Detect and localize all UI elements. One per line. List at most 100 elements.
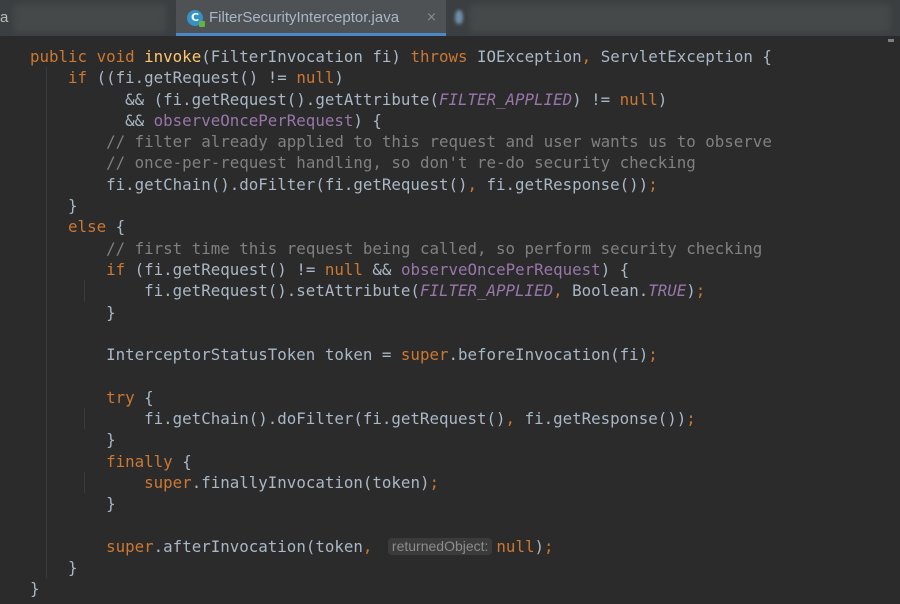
code-line: public void invoke(FilterInvocation fi) … <box>30 46 772 67</box>
code-line: } <box>30 493 772 514</box>
code-line: super.afterInvocation(token, returnedObj… <box>30 536 772 557</box>
code-token: ; <box>429 472 439 492</box>
code-token: null <box>324 259 373 279</box>
code-token: } <box>30 558 78 578</box>
code-line: fi.getChain().doFilter(fi.getRequest(), … <box>30 408 772 429</box>
code-token: && <box>30 110 154 130</box>
close-icon[interactable]: × <box>426 9 437 27</box>
code-token: , <box>581 47 601 66</box>
code-token: } <box>30 196 78 216</box>
code-token: super <box>400 345 449 365</box>
code-token: } <box>30 494 116 514</box>
code-token: ) <box>686 281 696 301</box>
code-token: else <box>68 217 116 237</box>
code-token: , <box>362 536 382 556</box>
code-line: } <box>30 302 772 323</box>
code-token: fi.getChain().doFilter(fi.getRequest() <box>30 409 506 429</box>
code-token: throws <box>410 47 478 66</box>
code-token: InterceptorStatusToken token = <box>30 345 401 365</box>
code-token: (fi.getRequest() != <box>134 259 325 279</box>
code-token: TRUE <box>648 281 687 301</box>
code-token: super <box>144 472 192 492</box>
code-token: finally <box>106 451 183 471</box>
java-class-icon: C <box>187 10 205 27</box>
code-token: { <box>182 451 192 471</box>
code-line: // once-per-request handling, so don't r… <box>30 152 772 173</box>
code-line: finally { <box>30 451 772 472</box>
code-token: FILTER_APPLIED <box>419 281 554 301</box>
code-line: } <box>30 195 772 216</box>
code-token: } <box>30 302 116 322</box>
code-token: , <box>467 174 487 194</box>
code-token: if <box>106 259 135 279</box>
parameter-hint: returnedObject: <box>387 537 493 555</box>
code-token: invoke <box>144 47 202 66</box>
code-token: .finallyInvocation(token) <box>191 472 430 492</box>
code-token: ; <box>695 281 706 301</box>
tab-filter-security-interceptor[interactable]: C FilterSecurityInterceptor.java × <box>176 0 446 36</box>
code-line: fi.getRequest().setAttribute(FILTER_APPL… <box>30 280 772 301</box>
code-line: InterceptorStatusToken token = super.bef… <box>30 344 772 365</box>
code-token: ) <box>334 68 344 88</box>
code-token: } <box>30 579 40 599</box>
code-token: { <box>115 217 126 237</box>
code-token: { <box>144 387 154 407</box>
tab-label: FilterSecurityInterceptor.java <box>209 9 400 26</box>
code-token: .beforeInvocation(fi) <box>448 345 649 365</box>
code-token: ) <box>534 536 544 556</box>
code-token: ; <box>648 174 658 194</box>
code-block: public void invoke(FilterInvocation fi) … <box>30 46 772 600</box>
code-token: null <box>496 536 535 556</box>
code-token: null <box>619 89 658 109</box>
blurred-tab-left[interactable] <box>14 4 166 32</box>
code-token: , <box>505 409 525 429</box>
code-token: IOException <box>477 47 582 66</box>
code-token: , <box>553 281 573 301</box>
code-token: public void <box>30 47 145 66</box>
blurred-tab-right[interactable] <box>470 4 890 32</box>
code-token: Boolean. <box>572 281 649 301</box>
code-token: } <box>30 430 116 450</box>
code-token: // first time this request being called,… <box>106 238 763 258</box>
code-token: ) != <box>572 89 620 109</box>
code-token: if <box>68 68 97 88</box>
code-token: ) { <box>353 110 382 130</box>
code-line: // filter already applied to this reques… <box>30 131 772 152</box>
code-line: if ((fi.getRequest() != null) <box>30 67 772 88</box>
code-token: && (fi.getRequest().getAttribute( <box>30 89 439 109</box>
error-stripe-marker <box>888 39 894 42</box>
code-line: } <box>30 578 772 599</box>
code-token: observeOncePerRequest <box>153 110 354 130</box>
code-token: ) { <box>600 259 630 279</box>
next-tab-file-icon <box>455 10 463 24</box>
code-line: && observeOncePerRequest) { <box>30 110 772 131</box>
code-line: if (fi.getRequest() != null && observeOn… <box>30 259 772 280</box>
code-token: fi.getResponse()) <box>486 174 649 194</box>
code-token: super <box>106 536 154 556</box>
code-token: && <box>372 259 401 279</box>
previous-tab-fragment[interactable]: a <box>0 9 8 27</box>
code-line: super.finallyInvocation(token); <box>30 472 772 493</box>
code-editor[interactable]: public void invoke(FilterInvocation fi) … <box>0 36 900 604</box>
code-line: try { <box>30 387 772 408</box>
code-line: // first time this request being called,… <box>30 238 772 259</box>
code-token: try <box>106 387 145 407</box>
code-token: (FilterInvocation fi) <box>201 47 411 66</box>
code-token: ; <box>543 536 554 556</box>
code-line: fi.getChain().doFilter(fi.getRequest(), … <box>30 174 772 195</box>
code-token: observeOncePerRequest <box>400 259 601 279</box>
code-token: null <box>296 68 335 88</box>
ide-window: a C FilterSecurityInterceptor.java × pub… <box>0 0 900 604</box>
